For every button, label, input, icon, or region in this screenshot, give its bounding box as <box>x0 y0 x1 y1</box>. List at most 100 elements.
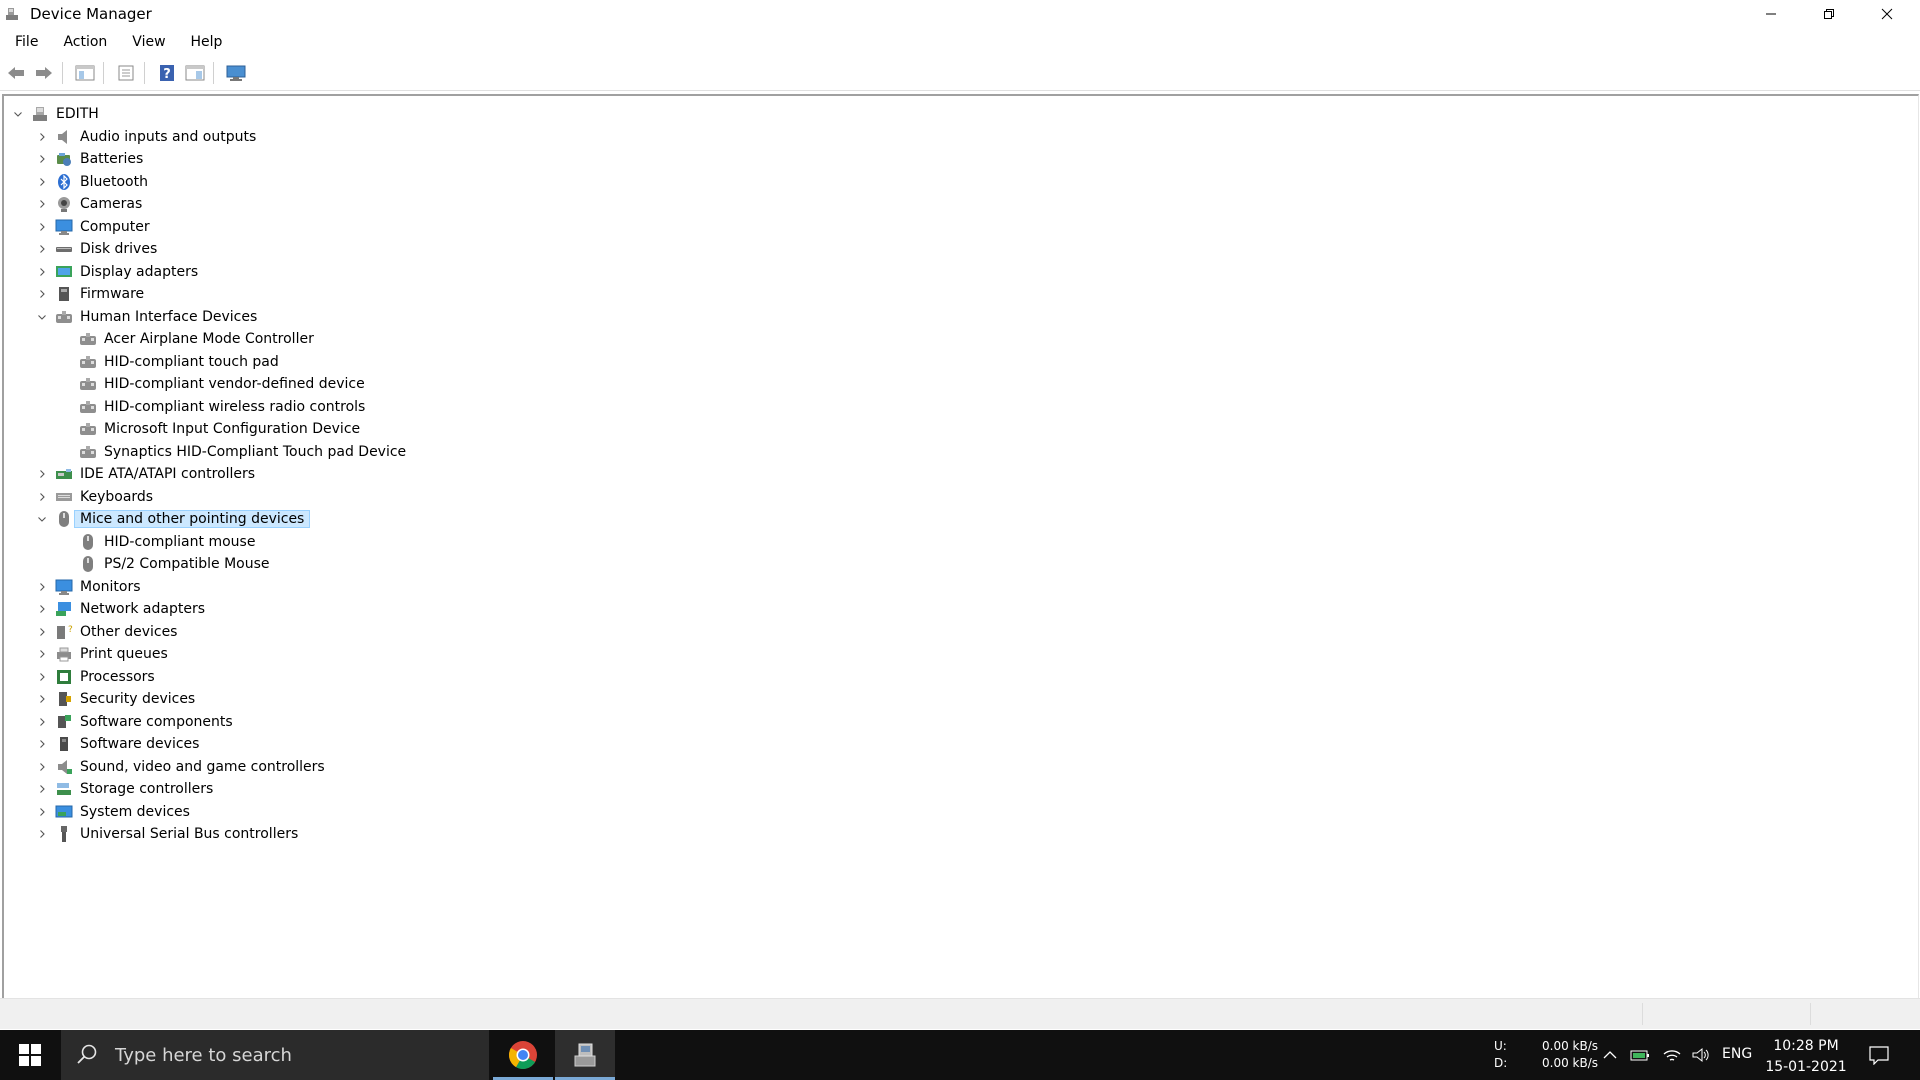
tree-expander[interactable] <box>36 491 48 503</box>
tree-expander[interactable] <box>36 693 48 705</box>
battery-tray-button[interactable] <box>1630 1030 1650 1080</box>
tree-item-label: Computer <box>80 218 150 235</box>
chevron-down-icon <box>14 112 22 117</box>
tree-item-label: Monitors <box>80 578 141 595</box>
tree-item-label: Human Interface Devices <box>80 308 258 325</box>
forward-button[interactable] <box>32 61 56 85</box>
firmware-icon <box>59 287 69 301</box>
tree-item-label: Sound, video and game controllers <box>80 758 325 775</box>
tree-expander[interactable] <box>36 153 48 165</box>
tree-item-label: System devices <box>80 803 190 820</box>
tree-expander[interactable] <box>36 738 48 750</box>
chevron-right-icon <box>40 672 45 681</box>
action-pane-button[interactable] <box>183 61 207 85</box>
tree-expander[interactable] <box>36 198 48 210</box>
tree-expander[interactable] <box>36 716 48 728</box>
scan-hardware-button[interactable] <box>224 61 248 85</box>
tree-expander[interactable] <box>36 648 48 660</box>
taskbar-chrome-button[interactable] <box>493 1030 553 1080</box>
tree-expander[interactable] <box>36 513 48 525</box>
tree-expander[interactable] <box>36 243 48 255</box>
tree-expander[interactable] <box>36 626 48 638</box>
taskbar-device-manager-button[interactable] <box>555 1030 615 1080</box>
close-button[interactable] <box>1858 0 1916 28</box>
tree-item-label: Software components <box>80 713 233 730</box>
menu-file[interactable]: File <box>7 34 46 50</box>
tree-expander[interactable] <box>36 671 48 683</box>
toolbar-separator <box>62 62 63 84</box>
search-icon <box>77 1044 97 1064</box>
tree-expander[interactable] <box>36 131 48 143</box>
tree-item-label: Storage controllers <box>80 781 214 797</box>
taskbar-clock[interactable]: 10:28 PM 15-01-2021 <box>1762 1036 1850 1078</box>
tree-expander[interactable] <box>12 108 24 120</box>
printer-icon <box>57 647 71 662</box>
tree-item-label: PS/2 Compatible Mouse <box>104 556 270 572</box>
chevron-right-icon <box>40 740 45 748</box>
chevron-right-icon <box>40 807 45 816</box>
network-adapter-icon <box>56 602 71 616</box>
camera-icon <box>58 197 70 212</box>
usb-icon <box>61 826 67 842</box>
menu-view[interactable]: View <box>124 34 173 50</box>
volume-tray-button[interactable] <box>1691 1030 1711 1080</box>
menu-help[interactable]: Help <box>183 34 231 50</box>
tree-expander[interactable] <box>36 266 48 278</box>
tree-item-label: Acer Airplane Mode Controller <box>104 331 314 347</box>
tree-expander[interactable] <box>36 288 48 300</box>
device-manager-icon <box>574 1043 596 1067</box>
chevron-right-icon <box>40 245 45 253</box>
show-hidden-icons-button[interactable] <box>1602 1030 1618 1080</box>
net-down-label: D: <box>1494 1056 1508 1070</box>
sound-controller-icon <box>58 759 72 774</box>
start-button[interactable] <box>0 1030 60 1080</box>
minimize-button[interactable] <box>1742 0 1800 28</box>
tree-expander[interactable] <box>36 603 48 615</box>
menu-action[interactable]: Action <box>55 34 115 50</box>
chevron-up-icon <box>1603 1051 1617 1059</box>
tree-item-label: Print queues <box>80 646 168 662</box>
tree-item-label: Security devices <box>80 691 196 707</box>
back-button[interactable] <box>4 61 28 85</box>
hid-icon <box>80 423 96 435</box>
properties-button[interactable] <box>114 61 138 85</box>
restore-button[interactable] <box>1800 0 1858 28</box>
tree-item-label: IDE ATA/ATAPI controllers <box>80 466 256 482</box>
tree-expander[interactable] <box>36 176 48 188</box>
tree-item-label: HID-compliant touch pad <box>104 353 279 370</box>
bluetooth-icon <box>58 173 70 190</box>
search-placeholder: Type here to search <box>115 1044 292 1066</box>
status-bar <box>0 998 1920 1029</box>
language-indicator[interactable]: ENG <box>1722 1046 1752 1062</box>
help-button[interactable]: ? <box>155 61 179 85</box>
chevron-right-icon <box>40 155 45 163</box>
wifi-icon <box>1663 1050 1681 1061</box>
tree-expander[interactable] <box>36 761 48 773</box>
software-component-icon <box>58 714 71 728</box>
forward-icon <box>36 67 52 79</box>
tree-item-label: HID-compliant vendor-defined device <box>104 376 365 392</box>
chevron-right-icon <box>40 627 45 636</box>
system-devices-icon <box>55 805 73 817</box>
toolbar-separator <box>103 62 104 84</box>
ide-controller-icon <box>56 469 72 479</box>
action-center-button[interactable] <box>1868 1030 1890 1080</box>
battery-icon <box>57 153 71 166</box>
tree-expander[interactable] <box>36 581 48 593</box>
root-computer-icon <box>33 107 47 121</box>
tree-item-label: Processors <box>80 668 155 685</box>
device-manager-icon <box>6 8 18 20</box>
clock-date: 15-01-2021 <box>1765 1059 1847 1075</box>
tree-expander[interactable] <box>36 468 48 480</box>
show-hide-console-tree-button[interactable] <box>73 61 97 85</box>
tree-expander[interactable] <box>36 806 48 818</box>
network-tray-button[interactable] <box>1662 1030 1682 1080</box>
tree-expander[interactable] <box>36 783 48 795</box>
battery-charging-icon <box>1630 1050 1649 1061</box>
net-up-value: 0.00 kB/s <box>1542 1039 1599 1053</box>
tree-expander[interactable] <box>36 828 48 840</box>
taskbar-search-box[interactable]: Type here to search <box>61 1030 489 1080</box>
tree-expander[interactable] <box>36 221 48 233</box>
tree-expander[interactable] <box>36 311 48 323</box>
hid-icon <box>80 355 96 368</box>
